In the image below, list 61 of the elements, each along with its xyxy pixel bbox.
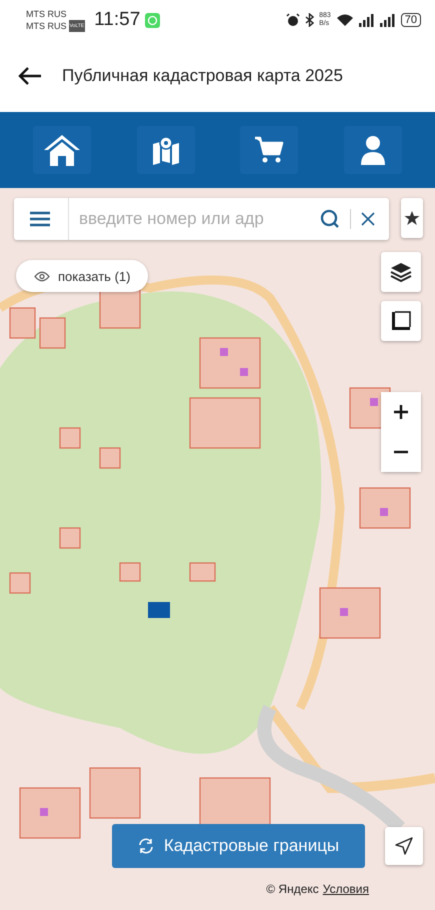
signal-icon <box>358 14 375 26</box>
search-icon[interactable] <box>320 209 340 229</box>
cart-icon <box>254 136 284 164</box>
land-parcel <box>189 562 216 582</box>
land-parcel <box>19 787 81 839</box>
bluetooth-icon <box>305 13 314 27</box>
land-parcel <box>119 562 141 582</box>
chat-app-icon <box>145 12 160 28</box>
home-nav-button[interactable] <box>32 126 91 174</box>
clock-time: 11:57 <box>94 9 140 31</box>
land-parcel <box>39 317 66 349</box>
selected-parcel <box>148 602 170 618</box>
terms-link[interactable]: Условия <box>322 882 369 896</box>
land-parcel <box>199 337 261 389</box>
map-nav-button[interactable] <box>136 126 195 174</box>
ruler-icon <box>390 310 412 332</box>
close-icon[interactable] <box>361 212 375 226</box>
land-parcel <box>99 447 121 469</box>
land-parcel <box>9 307 36 339</box>
user-icon <box>360 135 386 165</box>
navigation-arrow-icon <box>395 837 413 855</box>
building <box>240 368 248 376</box>
zoom-in-button[interactable] <box>381 392 421 432</box>
carrier-label: MTS RUS <box>26 8 68 20</box>
page-title: Публичная кадастровая карта 2025 <box>62 66 343 86</box>
location-button[interactable] <box>385 827 423 865</box>
ruler-button[interactable] <box>381 301 421 341</box>
cart-nav-button[interactable] <box>240 126 298 174</box>
land-parcel <box>59 427 81 449</box>
land-parcel <box>59 527 81 549</box>
building <box>40 808 48 816</box>
carrier-label: MTS RUS <box>26 20 66 32</box>
signal-icon <box>380 14 396 26</box>
land-parcel <box>89 767 141 819</box>
wifi-icon <box>336 13 354 27</box>
layers-icon <box>390 261 412 283</box>
land-parcel <box>9 572 31 594</box>
eye-icon <box>34 270 50 282</box>
profile-nav-button[interactable] <box>344 126 402 174</box>
map-pin-icon <box>150 135 181 165</box>
building <box>380 508 388 516</box>
star-icon <box>404 210 420 226</box>
land-parcel <box>189 397 261 449</box>
menu-icon[interactable] <box>30 211 50 227</box>
map-copyright: © Яндекс <box>266 882 319 896</box>
building <box>370 398 378 406</box>
building <box>340 608 348 616</box>
cadastral-boundaries-button[interactable]: Кадастровые границы <box>112 824 365 868</box>
alarm-icon <box>286 13 300 27</box>
search-field[interactable]: введите номер или адр <box>14 198 389 240</box>
back-arrow-icon[interactable] <box>18 66 42 86</box>
layers-button[interactable] <box>381 252 421 292</box>
favorites-button[interactable] <box>401 198 423 238</box>
plus-icon <box>394 405 408 419</box>
show-toggle-button[interactable]: показать (1) <box>16 260 148 292</box>
land-parcel <box>359 487 411 529</box>
battery-indicator: 70 <box>400 13 421 27</box>
land-parcel <box>319 587 381 639</box>
home-icon <box>42 133 82 167</box>
building <box>220 348 228 356</box>
refresh-icon <box>138 838 154 854</box>
